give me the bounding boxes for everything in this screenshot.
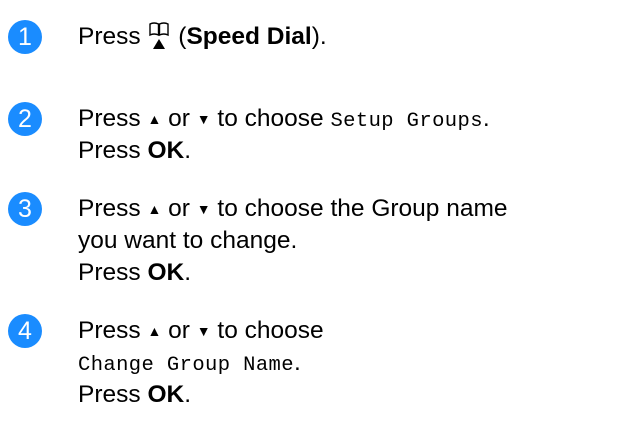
step-2-line-2: Press OK. [78,134,191,168]
ok-key-label: OK [147,137,185,164]
press-text: Press [78,23,141,50]
or-text: or [168,317,190,344]
period: . [482,105,490,132]
press-text: Press [78,137,141,164]
close-paren: ). [311,23,327,50]
up-arrow-key: ▲ [147,323,162,339]
period: . [184,259,192,286]
press-text: Press [78,195,141,222]
press-text: Press [78,381,141,408]
up-arrow-key: ▲ [147,111,162,127]
menu-option-setup-groups: Setup Groups [330,110,483,133]
press-text: Press [78,105,141,132]
step-number-badge: 4 [8,314,42,348]
step-1-line-1: Press (Speed Dial). [78,20,327,54]
down-arrow-key: ▼ [196,201,211,217]
speed-dial-key-label: Speed Dial [186,23,312,50]
up-arrow-key: ▲ [147,201,162,217]
to-choose-text: to choose [217,105,324,132]
down-arrow-key: ▼ [196,323,211,339]
step-number-badge: 1 [8,20,42,54]
menu-option-change-group-name: Change Group Name [78,354,294,377]
or-text: or [168,195,190,222]
period: . [293,349,301,376]
step-number-badge: 3 [8,192,42,226]
press-text: Press [78,259,141,286]
period: . [184,381,192,408]
step-3-line-3: Press OK. [78,256,191,290]
press-text: Press [78,317,141,344]
step-4-line-1: Press ▲ or ▼ to choose [78,314,324,350]
period: . [184,137,192,164]
step-number-badge: 2 [8,102,42,136]
step-3-line-2: you want to change. [78,227,298,254]
book-up-arrow-icon [149,21,170,51]
to-choose-text: to choose the Group name [217,195,508,222]
ok-key-label: OK [147,259,185,286]
down-arrow-key: ▼ [196,111,211,127]
or-text: or [168,105,190,132]
step-3-line-1: Press ▲ or ▼ to choose the Group name [78,192,508,228]
ok-key-label: OK [147,381,185,408]
to-choose-text: to choose [217,317,324,344]
step-4-line-3: Press OK. [78,378,191,412]
